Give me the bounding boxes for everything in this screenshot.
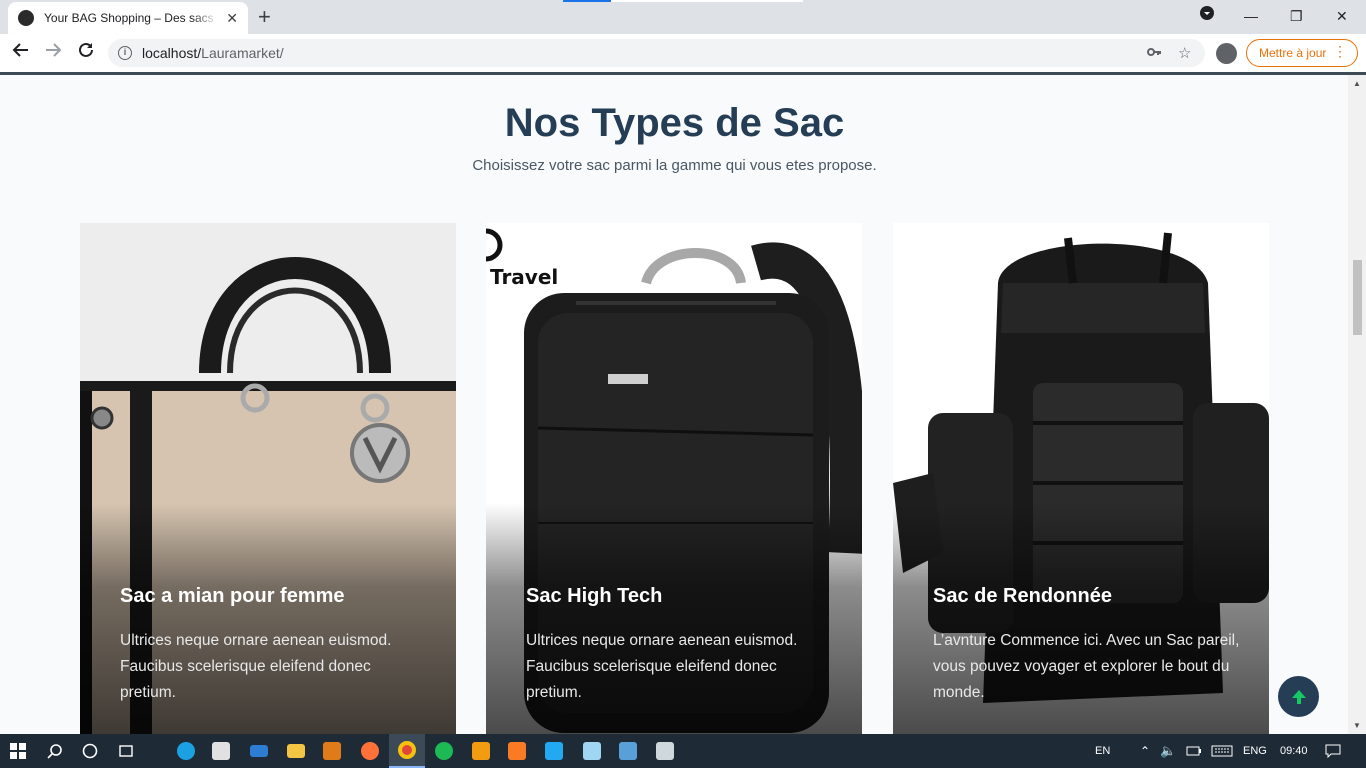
keyboard-icon[interactable] bbox=[1210, 734, 1234, 768]
card-title: Sac de Rendonnée bbox=[933, 585, 1112, 607]
mail-icon[interactable] bbox=[248, 734, 270, 768]
sublime-icon[interactable] bbox=[321, 734, 343, 768]
vscode-icon[interactable] bbox=[543, 734, 565, 768]
tab-title: Your BAG Shopping – Des sacs pour vous bbox=[44, 11, 218, 25]
calculator-icon[interactable] bbox=[654, 734, 676, 768]
restore-icon[interactable]: ❐ bbox=[1290, 4, 1303, 28]
back-icon[interactable] bbox=[12, 41, 30, 64]
minimize-icon[interactable]: — bbox=[1244, 4, 1258, 28]
browser-tab-bar: Your BAG Shopping – Des sacs pour vous ✕… bbox=[0, 0, 1366, 34]
forward-icon[interactable] bbox=[44, 41, 62, 64]
url-text: localhost/Lauramarket/ bbox=[142, 45, 284, 61]
favicon-icon bbox=[18, 10, 34, 26]
close-tab-icon[interactable]: ✕ bbox=[226, 10, 238, 27]
card-text: L’avnture Commence ici. Avec un Sac pare… bbox=[933, 632, 1240, 701]
site-info-icon[interactable]: i bbox=[118, 46, 132, 60]
language-indicator[interactable]: EN bbox=[1095, 734, 1110, 768]
browser-toolbar: i localhost/Lauramarket/ ☆ Mettre à jour… bbox=[0, 34, 1366, 72]
update-label: Mettre à jour bbox=[1259, 46, 1327, 60]
page-content: Nos Types de Sac Choisissez votre sac pa… bbox=[4, 75, 1345, 734]
task-view-icon[interactable] bbox=[116, 734, 136, 768]
arrow-up-icon bbox=[1291, 689, 1306, 704]
update-button[interactable]: Mettre à jour ⋮ bbox=[1246, 39, 1358, 67]
store-icon[interactable] bbox=[210, 734, 232, 768]
card-hiking[interactable]: Sac de Rendonnée L’avnture Commence ici.… bbox=[893, 223, 1269, 734]
file-explorer-icon[interactable] bbox=[285, 734, 307, 768]
new-tab-button[interactable]: + bbox=[258, 5, 271, 29]
volume-icon[interactable]: 🔈 bbox=[1160, 734, 1176, 768]
more-menu-icon[interactable]: ⋮ bbox=[1333, 43, 1347, 60]
git-icon[interactable] bbox=[470, 734, 492, 768]
profile-avatar-icon[interactable] bbox=[1216, 43, 1237, 64]
back-to-top-button[interactable] bbox=[1278, 676, 1319, 717]
card-brand-text: Travel bbox=[490, 265, 559, 289]
chrome-icon[interactable] bbox=[389, 734, 425, 768]
scroll-up-arrow-icon[interactable]: ▲ bbox=[1353, 79, 1361, 88]
tab-search-icon[interactable] bbox=[1199, 4, 1215, 28]
search-icon[interactable] bbox=[44, 734, 66, 768]
clock[interactable]: 09:40 bbox=[1280, 734, 1308, 768]
reload-icon[interactable] bbox=[77, 41, 95, 64]
firefox-icon[interactable] bbox=[359, 734, 381, 768]
scrollbar-thumb[interactable] bbox=[1353, 260, 1362, 335]
battery-icon[interactable] bbox=[1186, 734, 1202, 768]
card-hightech[interactable]: Travel Sac High Tech Ultrices neque orna… bbox=[486, 223, 862, 734]
windows-start-icon[interactable] bbox=[8, 734, 28, 768]
xampp-icon[interactable] bbox=[506, 734, 528, 768]
notifications-icon[interactable] bbox=[1324, 734, 1342, 768]
card-title: Sac a mian pour femme bbox=[120, 585, 345, 607]
card-handbag[interactable]: Sac a mian pour femme Ultrices neque orn… bbox=[80, 223, 456, 734]
section-title: Nos Types de Sac bbox=[504, 101, 845, 145]
browser-tab[interactable]: Your BAG Shopping – Des sacs pour vous ✕ bbox=[8, 2, 248, 34]
card-text: Ultrices neque ornare aenean euismod. Fa… bbox=[120, 632, 392, 701]
section-subtitle: Choisissez votre sac parmi la gamme qui … bbox=[472, 157, 877, 174]
notepad-icon[interactable] bbox=[581, 734, 603, 768]
windows-taskbar: EN ⌃ 🔈 ENG 09:40 bbox=[0, 734, 1366, 768]
card-title: Sac High Tech bbox=[526, 585, 663, 607]
tab-strip-indicator-light bbox=[611, 0, 803, 2]
card-text: Ultrices neque ornare aenean euismod. Fa… bbox=[526, 632, 798, 701]
spotify-icon[interactable] bbox=[433, 734, 455, 768]
page-scrollbar[interactable]: ▲ ▼ bbox=[1348, 75, 1366, 734]
url-host: localhost/ bbox=[142, 45, 202, 61]
control-panel-icon[interactable] bbox=[617, 734, 639, 768]
url-path: Lauramarket/ bbox=[201, 45, 284, 61]
tray-chevron-icon[interactable]: ⌃ bbox=[1140, 734, 1150, 768]
tab-strip-indicator bbox=[563, 0, 611, 2]
address-bar[interactable]: i localhost/Lauramarket/ ☆ bbox=[108, 39, 1205, 67]
scroll-down-arrow-icon[interactable]: ▼ bbox=[1353, 721, 1361, 730]
key-icon[interactable] bbox=[1146, 44, 1162, 64]
edge-icon[interactable] bbox=[175, 734, 197, 768]
keyboard-language[interactable]: ENG bbox=[1243, 734, 1267, 768]
close-window-icon[interactable]: ✕ bbox=[1336, 4, 1348, 28]
bookmark-star-icon[interactable]: ☆ bbox=[1178, 44, 1191, 62]
cortana-icon[interactable] bbox=[80, 734, 100, 768]
